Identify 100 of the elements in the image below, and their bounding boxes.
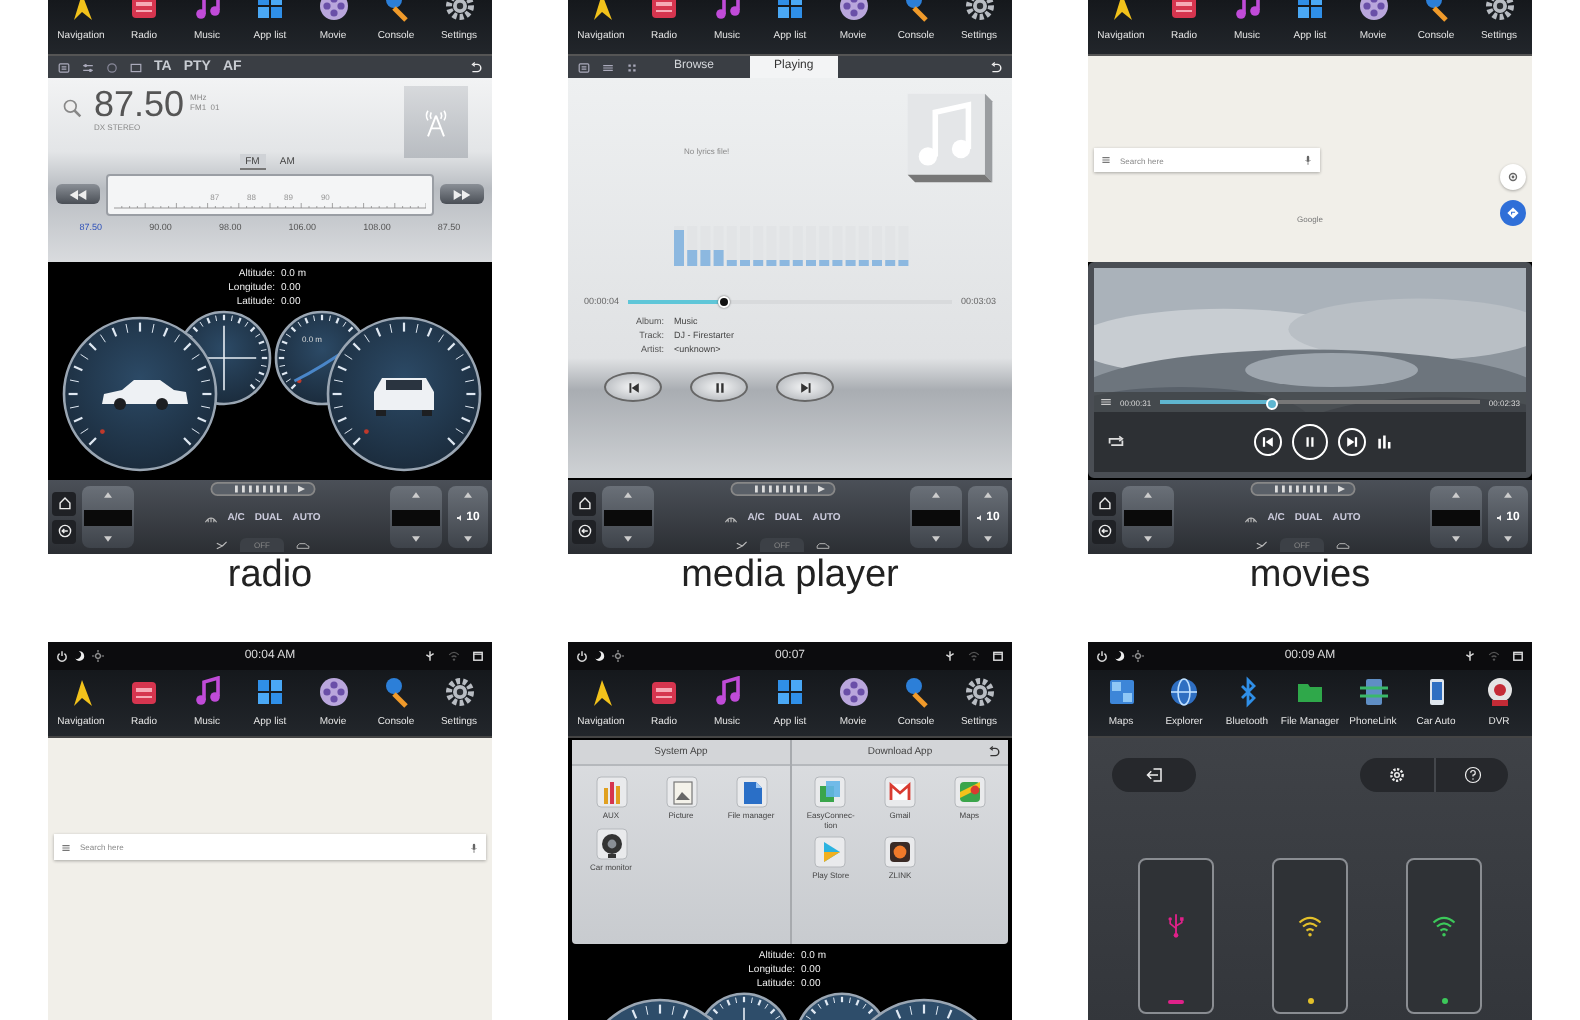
caret-down-icon[interactable] <box>464 536 472 542</box>
temperature-control[interactable] <box>910 486 962 548</box>
caret-up-icon[interactable] <box>464 492 472 498</box>
crosshair-icon <box>1506 170 1520 184</box>
back-icon <box>577 524 591 538</box>
fan-speed-drawing[interactable] <box>207 482 317 496</box>
caret-up-icon[interactable] <box>1144 492 1152 498</box>
equalizer-icon[interactable] <box>1376 434 1396 450</box>
window-icon[interactable] <box>992 650 1004 662</box>
temperature-control[interactable] <box>82 486 134 548</box>
music-note-icon <box>711 676 743 708</box>
caret-up-icon[interactable] <box>104 492 112 498</box>
temperature-control[interactable] <box>1122 486 1174 548</box>
brightness-icon[interactable] <box>1132 650 1144 662</box>
airflow-icon[interactable] <box>1254 540 1268 552</box>
caret-up-icon[interactable] <box>932 492 940 498</box>
car-icon[interactable] <box>816 540 830 552</box>
home-button[interactable] <box>572 491 596 515</box>
caret-down-icon[interactable] <box>1504 536 1512 542</box>
defrost-icon[interactable] <box>1243 511 1258 523</box>
grid-icon <box>774 676 806 708</box>
square-icon[interactable] <box>130 61 142 73</box>
connection-indicator <box>1307 998 1313 1004</box>
airflow-icon[interactable] <box>214 540 228 552</box>
defrost-icon[interactable] <box>723 511 738 523</box>
grid-icon <box>1105 676 1137 708</box>
home-button[interactable] <box>52 491 76 515</box>
microphone-icon[interactable] <box>1302 154 1314 166</box>
fan-speed-drawing[interactable] <box>1247 482 1357 496</box>
previous-icon <box>627 381 639 393</box>
next-button[interactable] <box>776 372 834 402</box>
fan-speed-drawing[interactable] <box>727 482 837 496</box>
repeat-icon[interactable] <box>1106 434 1126 450</box>
temperature-display <box>1124 509 1172 525</box>
search-icon[interactable] <box>62 98 82 118</box>
airflow-icon[interactable] <box>734 540 748 552</box>
seek-forward-button[interactable] <box>440 184 484 204</box>
phone-outline[interactable] <box>1406 858 1482 1014</box>
circle-icon[interactable] <box>106 61 118 73</box>
temperature-display <box>1432 509 1480 525</box>
back-button[interactable] <box>52 519 76 543</box>
lines-icon[interactable] <box>602 61 614 73</box>
squares-icon <box>814 776 847 808</box>
phone-outline[interactable] <box>1138 858 1214 1014</box>
car-icon[interactable] <box>1336 540 1350 552</box>
exit-icon <box>1145 766 1163 784</box>
car-icon[interactable] <box>296 540 310 552</box>
caret-down-icon[interactable] <box>932 536 940 542</box>
power-icon[interactable] <box>56 650 68 662</box>
back-button[interactable] <box>1092 519 1116 543</box>
radio-icon <box>648 676 680 708</box>
list-icon[interactable] <box>578 61 590 73</box>
home-button[interactable] <box>1092 491 1116 515</box>
caret-down-icon[interactable] <box>984 536 992 542</box>
window-icon[interactable] <box>1512 650 1524 662</box>
caret-down-icon[interactable] <box>1452 536 1460 542</box>
list-icon[interactable] <box>1100 396 1112 408</box>
caret-up-icon[interactable] <box>624 492 632 498</box>
previous-button[interactable] <box>604 372 662 402</box>
phone-outline[interactable] <box>1272 858 1348 1014</box>
back-icon <box>1097 524 1111 538</box>
microphone-icon[interactable] <box>468 841 480 853</box>
caret-up-icon[interactable] <box>1452 492 1460 498</box>
globe-icon <box>1168 676 1200 708</box>
temperature-control[interactable] <box>390 486 442 548</box>
grid-icon[interactable] <box>626 61 638 73</box>
antenna-icon <box>420 106 452 138</box>
defrost-icon[interactable] <box>203 511 218 523</box>
my-location-button[interactable] <box>1500 164 1526 190</box>
rewind-icon <box>68 189 88 199</box>
temperature-control[interactable] <box>1430 486 1482 548</box>
back-button[interactable] <box>572 519 596 543</box>
seek-back-button[interactable] <box>56 184 100 204</box>
moon-icon[interactable] <box>1114 650 1126 662</box>
brightness-icon[interactable] <box>92 650 104 662</box>
temperature-control[interactable] <box>602 486 654 548</box>
screen-caption: media player <box>679 554 901 600</box>
brightness-icon[interactable] <box>612 650 624 662</box>
list-icon[interactable] <box>58 61 70 73</box>
next-icon <box>1344 434 1360 450</box>
next-icon <box>799 381 811 393</box>
back-arrow-icon[interactable] <box>988 746 1000 758</box>
directions-button[interactable] <box>1500 200 1526 226</box>
exit-button[interactable] <box>1112 758 1196 792</box>
caret-down-icon[interactable] <box>1144 536 1152 542</box>
caret-down-icon[interactable] <box>412 536 420 542</box>
power-icon[interactable] <box>576 650 588 662</box>
caret-up-icon[interactable] <box>412 492 420 498</box>
moon-icon[interactable] <box>594 650 606 662</box>
caret-down-icon[interactable] <box>104 536 112 542</box>
menu-icon[interactable] <box>1100 154 1112 166</box>
caret-up-icon[interactable] <box>984 492 992 498</box>
power-icon[interactable] <box>1096 650 1108 662</box>
caret-down-icon[interactable] <box>624 536 632 542</box>
envelope-icon <box>883 776 916 808</box>
caret-up-icon[interactable] <box>1504 492 1512 498</box>
sliders-icon[interactable] <box>82 61 94 73</box>
window-icon[interactable] <box>472 650 484 662</box>
moon-icon[interactable] <box>74 650 86 662</box>
menu-icon[interactable] <box>60 841 72 853</box>
